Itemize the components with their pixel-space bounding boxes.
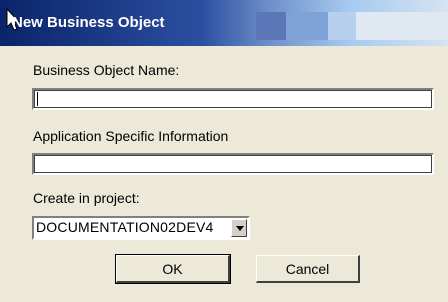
application-specific-info-label: Application Specific Information <box>33 128 229 144</box>
title-bar-band <box>256 12 286 40</box>
title-bar[interactable]: New Business Object <box>0 0 448 46</box>
title-bar-band <box>286 12 328 40</box>
project-select-value: DOCUMENTATION02DEV4 <box>36 219 214 235</box>
project-select[interactable]: DOCUMENTATION02DEV4 <box>32 216 250 240</box>
dialog-title: New Business Object <box>12 14 165 31</box>
business-object-name-label: Business Object Name: <box>33 62 180 78</box>
application-specific-info-input[interactable] <box>32 153 434 175</box>
cancel-button[interactable]: Cancel <box>256 255 360 283</box>
business-object-name-input[interactable] <box>32 88 434 110</box>
title-bar-band <box>356 12 448 40</box>
dropdown-arrow-icon[interactable] <box>231 219 247 237</box>
ok-button[interactable]: OK <box>115 254 231 284</box>
text-caret <box>37 92 38 106</box>
title-bar-band <box>328 12 356 40</box>
create-in-project-label: Create in project: <box>33 190 140 206</box>
